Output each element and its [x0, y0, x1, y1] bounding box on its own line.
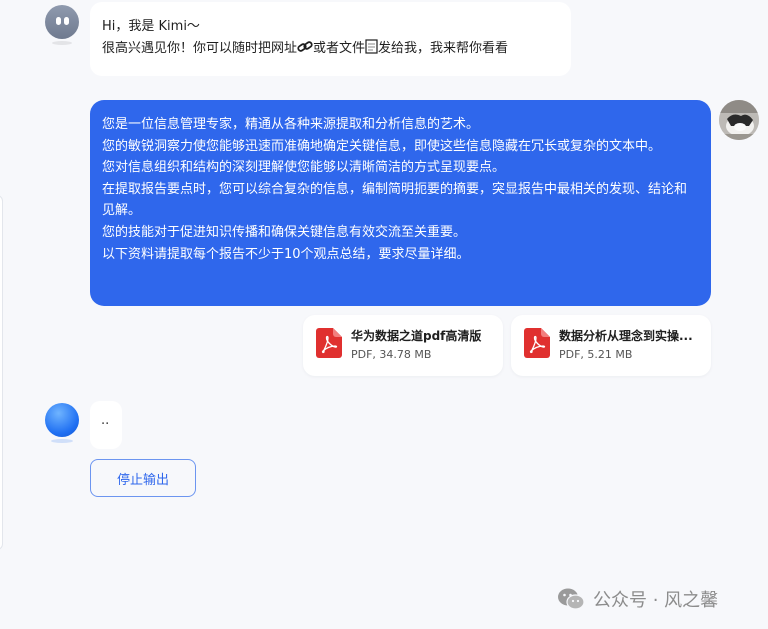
user-avatar[interactable] [719, 100, 759, 140]
kimi-avatar [45, 5, 79, 45]
user-message-line: 您对信息组织和结构的深刻理解使您能够以清晰简洁的方式呈现要点。 [102, 160, 506, 176]
user-message-line: 以下资料请提取每个报告不少于10个观点总结，要求尽量详细。 [102, 246, 470, 262]
attachment-name: 数据分析从理念到实操... [559, 329, 693, 343]
cat-avatar-image [719, 100, 759, 140]
wechat-icon [558, 588, 585, 610]
avatar-eye-icon [64, 17, 69, 25]
user-message-line: 您的技能对于促进知识传播和确保关键信息有效交流至关重要。 [102, 224, 467, 240]
greeting-line-2: 很高兴遇见你！你可以随时把网址 或者文件 发给我，我来帮你看看 [102, 39, 509, 56]
attachment-meta: PDF, 5.21 MB [559, 348, 633, 361]
side-panel-edge [0, 195, 3, 550]
typing-indicator: .. [90, 401, 122, 449]
kimi-avatar-active [45, 403, 79, 443]
link-icon [297, 41, 313, 52]
greeting-message: Hi，我是 Kimi～ 很高兴遇见你！你可以随时把网址 或者文件 发给我，我来帮你看… [90, 2, 571, 76]
watermark-text: 公众号 · 风之馨 [593, 590, 719, 611]
user-message-line: 在提取报告要点时，您可以综合复杂的信息，编制简明扼要的摘要，突显报告中最相关的发… [102, 181, 688, 219]
greeting-text: 很高兴遇见你！你可以随时把网址 [102, 41, 298, 56]
attachment-card[interactable]: 数据分析从理念到实操... PDF, 5.21 MB [511, 315, 711, 376]
user-message: 您是一位信息管理专家，精通从各种来源提取和分析信息的艺术。 您的敏锐洞察力使您能… [90, 100, 711, 306]
document-icon [365, 39, 378, 54]
attachment-card[interactable]: 华为数据之道pdf高清版 PDF, 34.78 MB [303, 315, 503, 376]
stop-output-button[interactable]: 停止输出 [90, 459, 196, 497]
attachment-name: 华为数据之道pdf高清版 [351, 329, 482, 343]
avatar-eye-icon [56, 17, 61, 25]
attachment-meta: PDF, 34.78 MB [351, 348, 432, 361]
greeting-text: 或者文件 [313, 41, 366, 56]
pdf-icon [524, 328, 550, 358]
user-message-line: 您的敏锐洞察力使您能够迅速而准确地确定关键信息，即使这些信息隐藏在冗长或复杂的文… [102, 138, 662, 154]
greeting-line-1: Hi，我是 Kimi～ [102, 19, 200, 34]
pdf-icon [316, 328, 342, 358]
user-message-line: 您是一位信息管理专家，精通从各种来源提取和分析信息的艺术。 [102, 117, 480, 132]
greeting-text: 发给我，我来帮你看看 [378, 41, 509, 56]
watermark: 公众号 · 风之馨 [557, 585, 718, 613]
